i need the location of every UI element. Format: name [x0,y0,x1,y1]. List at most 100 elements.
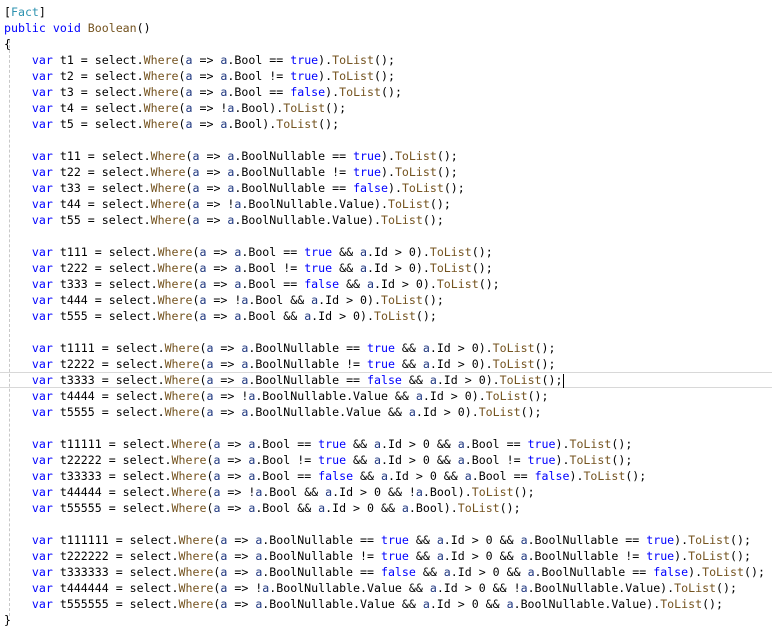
code-token: var [31,277,53,291]
code-line[interactable]: var t3 = select.Where(a => a.Bool == fal… [0,84,772,100]
code-line[interactable]: var t33333 = select.Where(a => a.Bool ==… [0,468,772,484]
code-token: a [422,341,430,355]
code-line[interactable]: var t555555 = select.Where(a => a.BoolNu… [0,596,772,612]
code-token: true [290,53,319,67]
code-line[interactable] [0,132,772,148]
code-token: Where [157,293,193,307]
code-token: Where [143,117,179,131]
code-token: var [31,405,53,419]
code-token: true [646,533,675,547]
code-token: Where [143,53,179,67]
code-token: var [31,165,53,179]
code-token: a [241,293,249,307]
code-token: a [506,597,514,611]
code-line[interactable]: var t444444 = select.Where(a => !a.BoolN… [0,580,772,596]
code-token: a [311,293,319,307]
code-line[interactable]: var t111111 = select.Where(a => a.BoolNu… [0,532,772,548]
code-line[interactable]: var t333 = select.Where(a => a.Bool == f… [0,276,772,292]
code-token: a [220,117,228,131]
code-line[interactable]: var t444 = select.Where(a => !a.Bool && … [0,292,772,308]
code-token: a [213,453,221,467]
code-line[interactable]: public void Boolean() [0,20,772,36]
code-token: a [199,309,207,323]
code-token: a [318,501,326,515]
code-token: a [220,581,228,595]
code-line[interactable]: var t33 = select.Where(a => a.BoolNullab… [0,180,772,196]
code-line[interactable] [0,516,772,532]
code-line[interactable]: var t44444 = select.Where(a => !a.Bool &… [0,484,772,500]
code-line[interactable]: var t55 = select.Where(a => a.BoolNullab… [0,212,772,228]
code-token: a [220,533,228,547]
code-line[interactable]: var t2 = select.Where(a => a.Bool != tru… [0,68,772,84]
code-line[interactable]: var t333333 = select.Where(a => a.BoolNu… [0,564,772,580]
code-line[interactable]: var t1 = select.Where(a => a.Bool == tru… [0,52,772,68]
code-token: Boolean [87,21,137,35]
code-token: a [185,117,193,131]
code-line[interactable]: var t22 = select.Where(a => a.BoolNullab… [0,164,772,180]
code-token: var [31,261,53,275]
code-token: ToList [387,197,430,211]
code-line[interactable]: var t55555 = select.Where(a => a.Bool &&… [0,500,772,516]
code-token: a [360,261,368,275]
code-token: a [220,549,228,563]
code-token: a [199,261,207,275]
code-token: a [206,341,214,355]
code-token: a [234,245,242,259]
code-token: false [318,469,354,483]
code-token: var [31,533,53,547]
code-line[interactable] [0,420,772,436]
code-line[interactable]: var t222 = select.Where(a => a.Bool != t… [0,260,772,276]
code-line-current[interactable]: var t3333 = select.Where(a => a.BoolNull… [0,372,772,388]
code-line[interactable] [0,228,772,244]
code-token: var [31,101,53,115]
code-token: a [415,389,423,403]
code-token: ToList [688,549,731,563]
code-line[interactable]: var t1111 = select.Where(a => a.BoolNull… [0,340,772,356]
code-token: var [31,293,53,307]
code-line[interactable]: var t5555 = select.Where(a => a.BoolNull… [0,404,772,420]
code-token: var [31,373,53,387]
code-token: ToList [332,69,375,83]
code-line[interactable]: var t4444 = select.Where(a => !a.BoolNul… [0,388,772,404]
code-token: ToList [429,245,472,259]
code-line[interactable]: var t222222 = select.Where(a => a.BoolNu… [0,548,772,564]
code-token: a [380,469,388,483]
code-token: ToList [485,389,528,403]
code-token: a [422,357,430,371]
code-line[interactable]: var t111 = select.Where(a => a.Bool == t… [0,244,772,260]
code-line[interactable]: } [0,612,772,628]
code-token: a [422,597,430,611]
code-token: a [192,165,200,179]
code-token: a [408,405,416,419]
code-line[interactable] [0,324,772,340]
code-editor[interactable]: [Fact] public void Boolean(){ var t1 = se… [0,4,772,628]
code-line[interactable]: var t44 = select.Where(a => !a.BoolNulla… [0,196,772,212]
code-token: ToList [674,581,717,595]
code-line[interactable]: var t5 = select.Where(a => a.Bool).ToLis… [0,116,772,132]
code-line[interactable]: var t11111 = select.Where(a => a.Bool ==… [0,436,772,452]
fact-attribute[interactable]: [Fact] [0,4,48,20]
code-token: a [206,405,214,419]
code-token: ToList [457,501,500,515]
code-token: a [248,437,256,451]
code-line[interactable]: var t22222 = select.Where(a => a.Bool !=… [0,452,772,468]
code-token: a [206,389,214,403]
code-token: Where [178,549,214,563]
code-token: var [31,453,53,467]
code-token: Where [178,565,214,579]
code-token: a [374,437,381,451]
code-token: a [262,581,270,595]
code-line[interactable]: var t555 = select.Where(a => a.Bool && a… [0,308,772,324]
code-line[interactable]: var t11 = select.Where(a => a.BoolNullab… [0,148,772,164]
code-token: true [380,533,409,547]
code-token: var [31,565,53,579]
code-token: a [227,165,235,179]
code-line[interactable]: var t2222 = select.Where(a => a.BoolNull… [0,356,772,372]
code-token: public [4,21,46,35]
code-token: Where [164,341,200,355]
code-token: var [31,117,53,131]
text-caret [562,373,564,388]
code-line[interactable]: var t4 = select.Where(a => !a.Bool).ToLi… [0,100,772,116]
code-token: a [192,181,200,195]
code-line[interactable]: { [0,36,772,52]
